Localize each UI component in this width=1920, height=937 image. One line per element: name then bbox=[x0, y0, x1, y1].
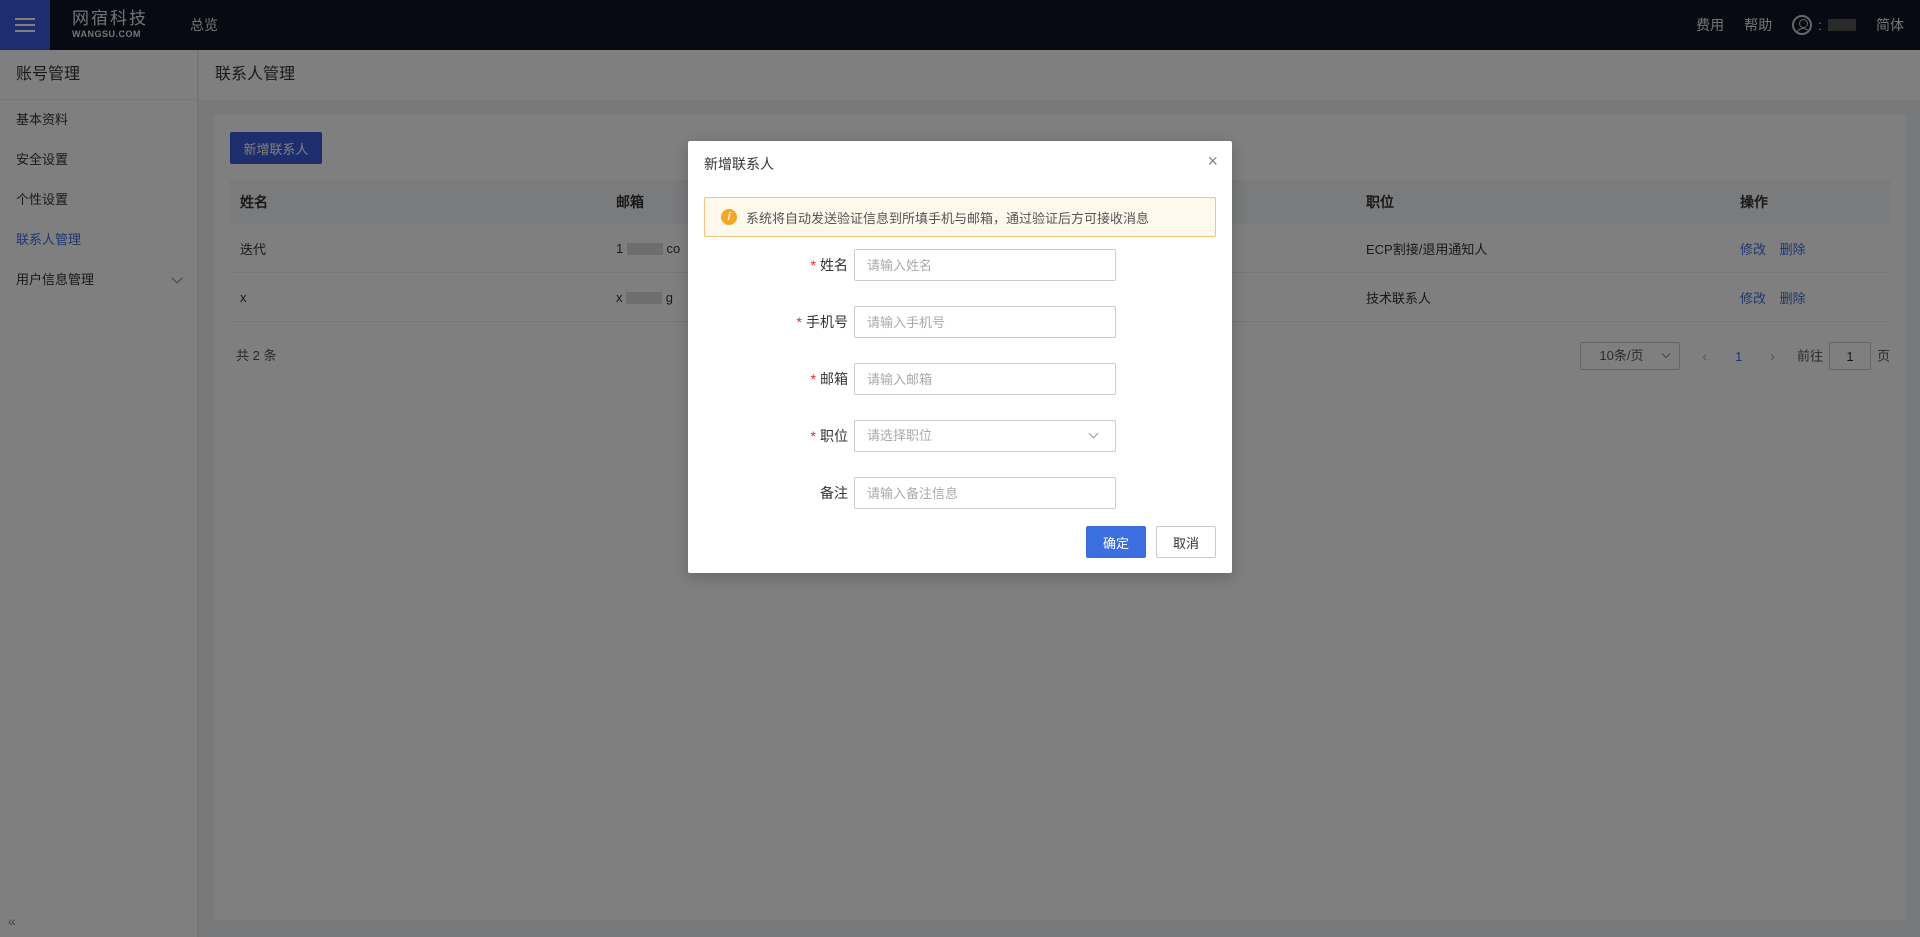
required-mark: * bbox=[810, 428, 816, 444]
form-row-position: * 职位 请选择职位 bbox=[688, 420, 1232, 452]
notice-banner: i 系统将自动发送验证信息到所填手机与邮箱，通过验证后方可接收消息 bbox=[704, 197, 1216, 237]
email-input[interactable] bbox=[854, 363, 1116, 395]
required-mark: * bbox=[796, 314, 802, 330]
form-label: * 邮箱 bbox=[811, 363, 848, 395]
form-row-phone: * 手机号 bbox=[688, 306, 1232, 338]
select-placeholder: 请选择职位 bbox=[867, 428, 933, 443]
confirm-button[interactable]: 确定 bbox=[1086, 526, 1146, 558]
name-input[interactable] bbox=[854, 249, 1116, 281]
form-row-email: * 邮箱 bbox=[688, 363, 1232, 395]
add-contact-dialog: 新增联系人 × i 系统将自动发送验证信息到所填手机与邮箱，通过验证后方可接收消… bbox=[688, 141, 1232, 573]
label-text: 邮箱 bbox=[820, 371, 848, 387]
form-label: * 手机号 bbox=[797, 306, 848, 338]
form-row-name: * 姓名 bbox=[688, 249, 1232, 281]
close-icon[interactable]: × bbox=[1207, 152, 1218, 170]
form-label: * 姓名 bbox=[811, 249, 848, 281]
position-select[interactable]: 请选择职位 bbox=[854, 420, 1116, 452]
label-text: 职位 bbox=[820, 428, 848, 444]
required-mark: * bbox=[810, 371, 816, 387]
form-label: * 职位 bbox=[811, 420, 848, 452]
warning-icon: i bbox=[721, 209, 737, 225]
form-row-remark: 备注 bbox=[688, 477, 1232, 509]
label-text: 手机号 bbox=[806, 314, 848, 330]
required-mark: * bbox=[810, 257, 816, 273]
dialog-title: 新增联系人 bbox=[704, 156, 774, 172]
remark-input[interactable] bbox=[854, 477, 1116, 509]
label-text: 备注 bbox=[820, 485, 848, 501]
form-label: 备注 bbox=[816, 477, 848, 509]
label-text: 姓名 bbox=[820, 257, 848, 273]
chevron-down-icon bbox=[1088, 428, 1099, 439]
notice-text: 系统将自动发送验证信息到所填手机与邮箱，通过验证后方可接收消息 bbox=[746, 210, 1150, 226]
phone-input[interactable] bbox=[854, 306, 1116, 338]
cancel-button[interactable]: 取消 bbox=[1156, 526, 1216, 558]
